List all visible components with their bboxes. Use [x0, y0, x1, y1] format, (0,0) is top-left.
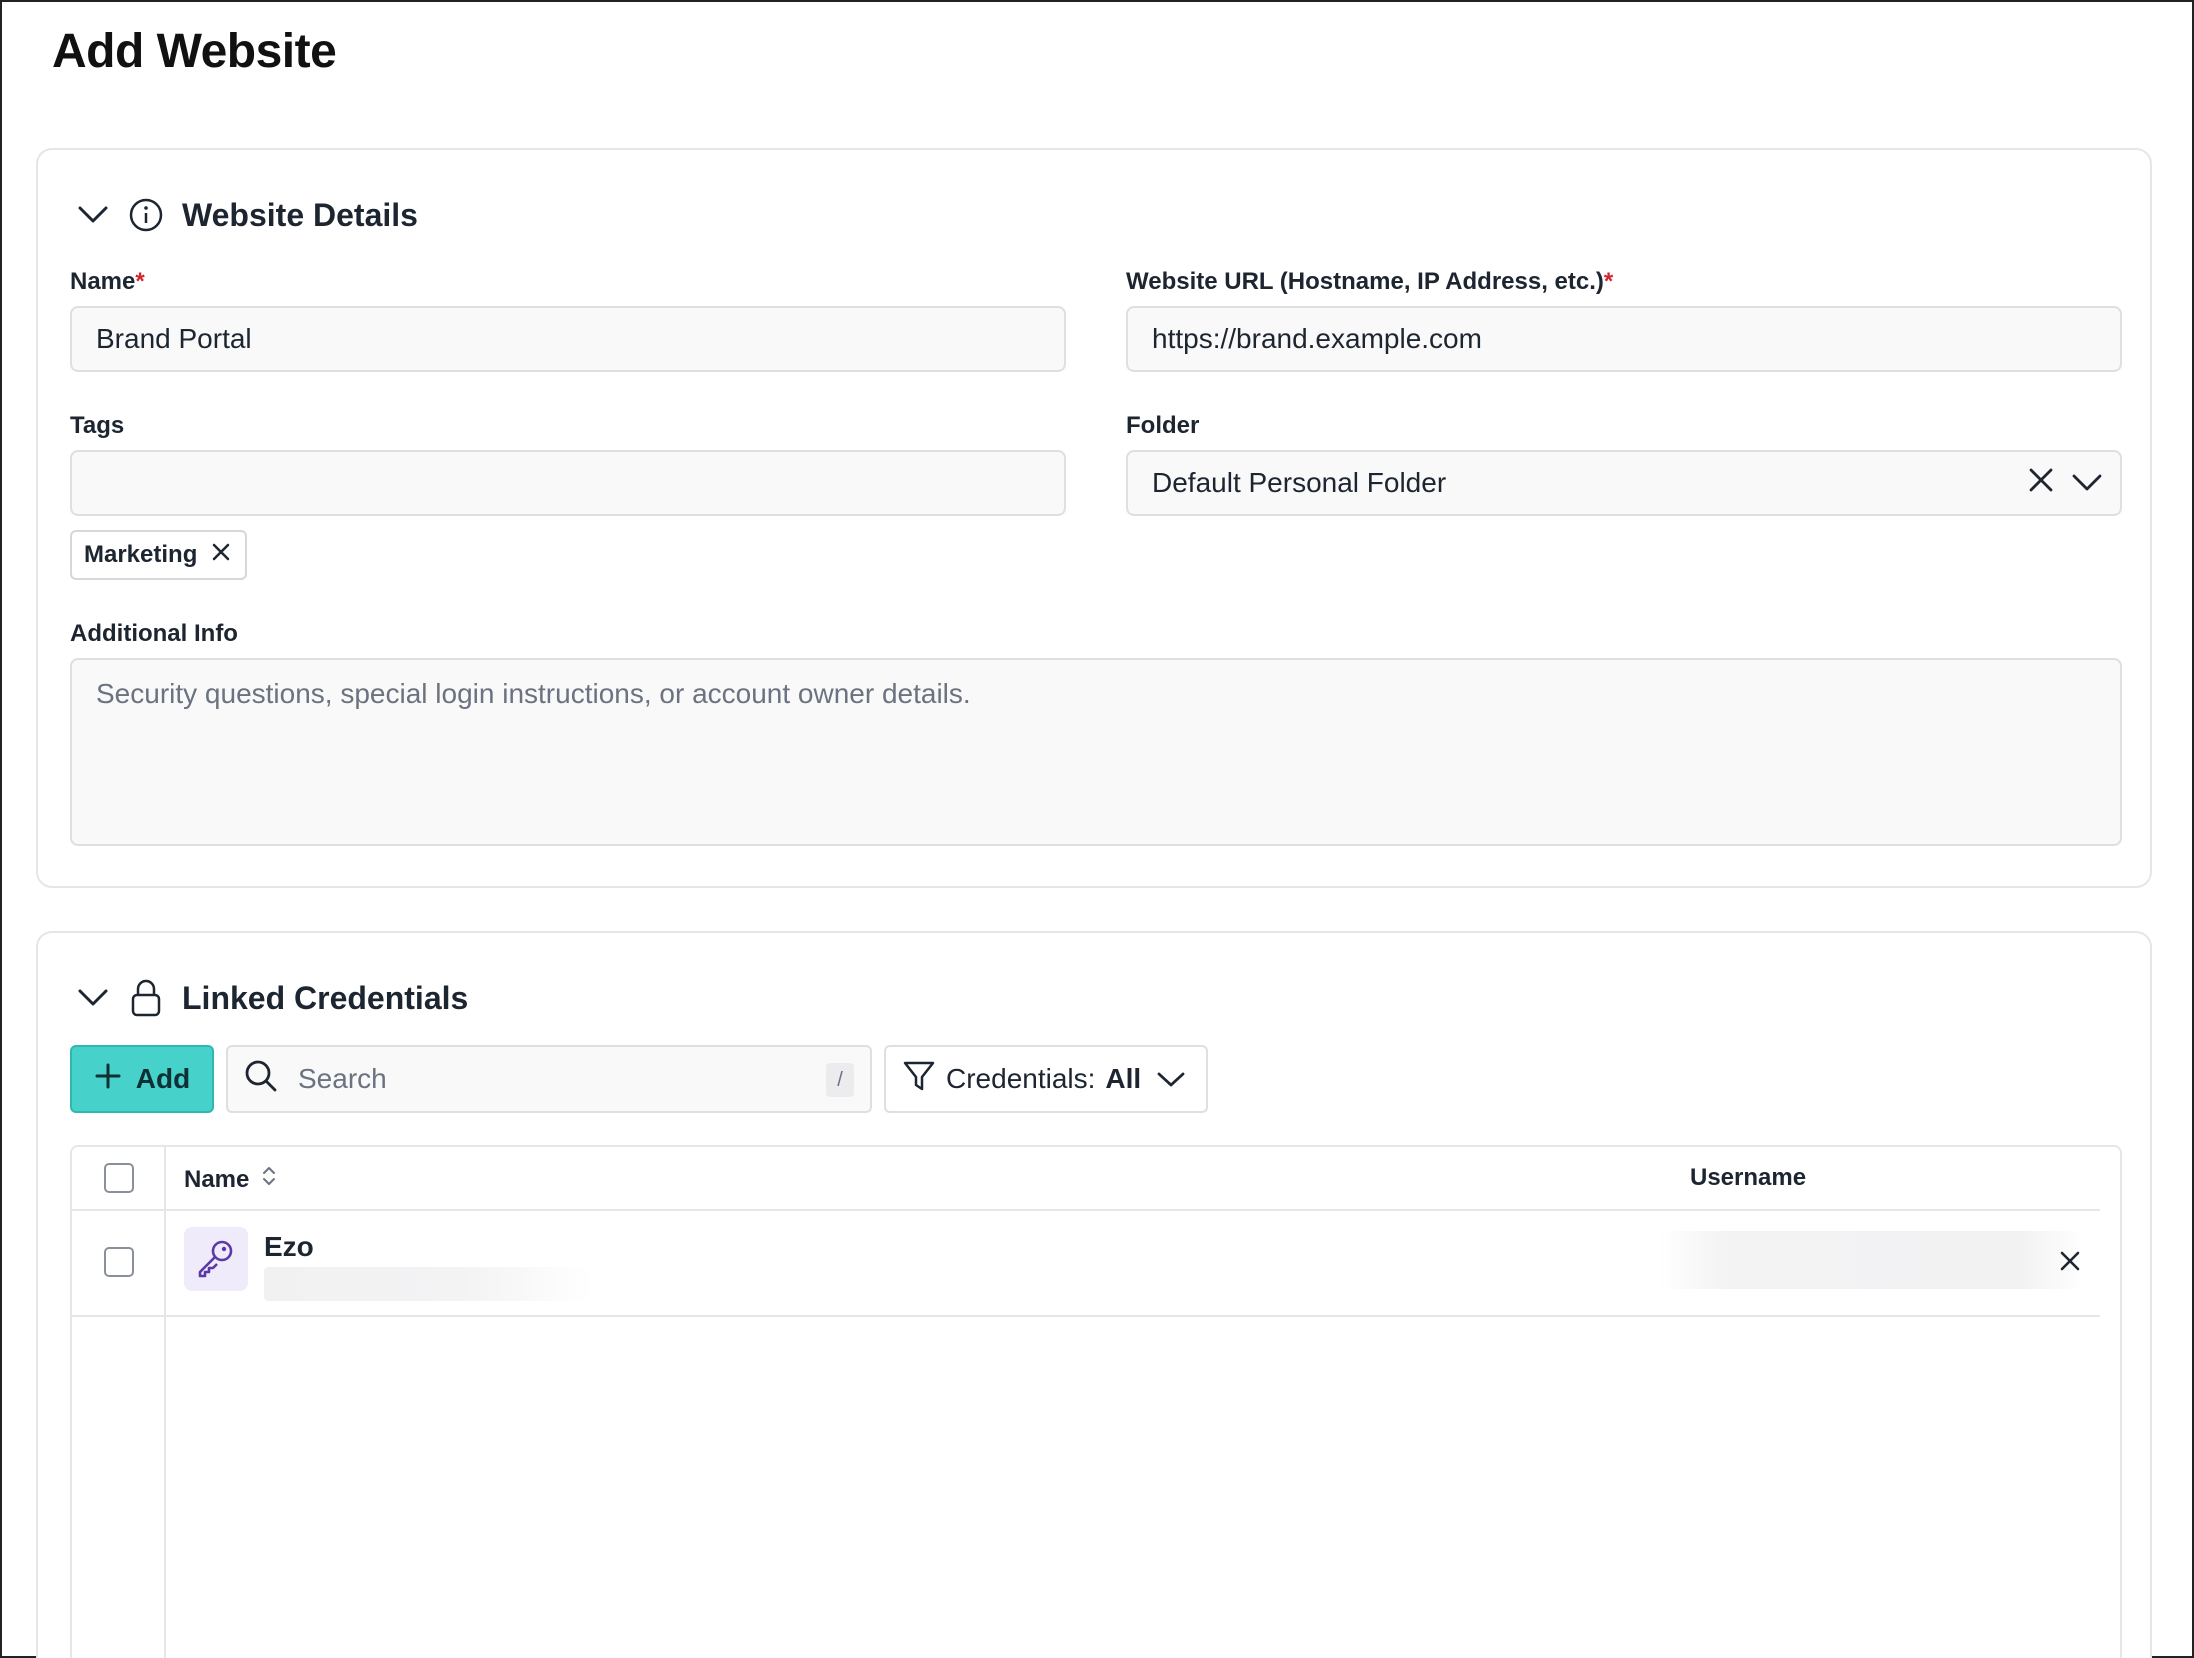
filter-prefix: Credentials: — [946, 1063, 1096, 1094]
select-all-checkbox[interactable] — [104, 1163, 134, 1193]
chevron-down-icon — [1157, 1063, 1185, 1095]
search-placeholder: Search — [298, 1063, 387, 1094]
redacted-credential-detail — [264, 1267, 594, 1301]
sort-icon[interactable] — [261, 1164, 277, 1195]
linked-credentials-card: Linked Credentials Add Search / Credenti… — [36, 931, 2152, 1658]
table-header: Name Username — [72, 1147, 2100, 1211]
website-url-input[interactable]: https://brand.example.com — [1126, 306, 2122, 372]
close-icon[interactable] — [2028, 467, 2054, 500]
table-row[interactable]: Ezo — [72, 1211, 2100, 1317]
folder-value: Default Personal Folder — [1152, 467, 1447, 498]
required-mark: * — [135, 268, 145, 295]
plus-icon — [94, 1062, 122, 1097]
column-header-username: Username — [1690, 1164, 1807, 1191]
section-title: Website Details — [182, 196, 418, 233]
tags-label: Tags — [70, 412, 125, 439]
row-checkbox[interactable] — [104, 1247, 134, 1277]
folder-label: Folder — [1126, 412, 1200, 439]
website-details-card: Website Details Name* Brand Portal Websi… — [36, 148, 2152, 888]
filter-value: All — [1105, 1063, 1142, 1094]
chevron-down-icon[interactable] — [76, 981, 110, 1015]
website-details-header[interactable]: Website Details — [76, 190, 418, 240]
close-icon[interactable] — [2056, 1247, 2084, 1275]
section-title: Linked Credentials — [182, 979, 469, 1016]
credential-avatar — [184, 1227, 248, 1291]
info-icon — [128, 197, 164, 233]
add-label: Add — [135, 1063, 191, 1094]
credentials-search-input[interactable]: Search / — [226, 1045, 872, 1113]
name-input[interactable]: Brand Portal — [70, 306, 1066, 372]
tag-label: Marketing — [84, 541, 198, 568]
search-shortcut-hint: / — [826, 1063, 854, 1097]
empty-checkbox-column — [72, 1317, 166, 1658]
row-checkbox-cell — [72, 1211, 166, 1315]
header-checkbox-cell — [72, 1147, 166, 1209]
search-icon — [244, 1059, 278, 1100]
linked-credentials-header[interactable]: Linked Credentials — [76, 973, 468, 1023]
tag-chip-marketing: Marketing — [70, 530, 248, 580]
close-icon[interactable] — [211, 541, 231, 569]
chevron-down-icon[interactable] — [76, 198, 110, 232]
key-icon — [194, 1235, 238, 1284]
credentials-toolbar: Add Search / Credentials: All — [70, 1045, 1208, 1113]
credentials-table: Name Username Ezo — [70, 1145, 2122, 1658]
credential-name: Ezo — [264, 1231, 314, 1262]
chevron-down-icon[interactable] — [2072, 467, 2102, 499]
redacted-username — [1660, 1231, 2084, 1289]
name-label: Name* — [70, 268, 145, 295]
filter-icon — [902, 1059, 936, 1100]
lock-icon — [128, 979, 164, 1017]
column-header-name[interactable]: Name — [184, 1164, 277, 1195]
tags-input[interactable] — [70, 450, 1066, 516]
additional-info-textarea[interactable]: Security questions, special login instru… — [70, 658, 2122, 846]
additional-info-label: Additional Info — [70, 620, 238, 647]
required-mark: * — [1603, 268, 1614, 295]
website-url-label: Website URL (Hostname, IP Address, etc.)… — [1126, 268, 1614, 295]
folder-select[interactable]: Default Personal Folder — [1126, 450, 2122, 516]
credentials-filter-dropdown[interactable]: Credentials: All — [884, 1045, 1208, 1113]
page-title: Add Website — [52, 25, 337, 78]
add-credential-button[interactable]: Add — [70, 1045, 214, 1113]
